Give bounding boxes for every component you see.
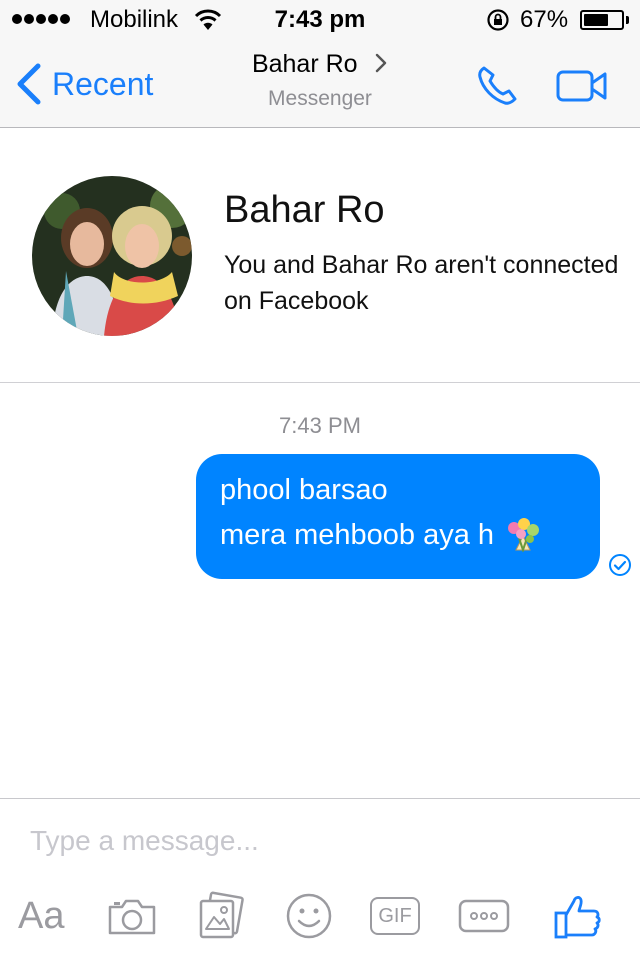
contact-header: Bahar Ro You and Bahar Ro aren't connect… <box>0 129 640 383</box>
conversation-title-button[interactable]: Bahar Ro Messenger <box>0 50 640 111</box>
contact-name: Bahar Ro <box>224 189 385 231</box>
composer: Aa GIF <box>0 798 640 960</box>
conversation-title: Bahar Ro <box>251 50 358 78</box>
navigation-bar: Recent Bahar Ro Messenger <box>0 40 640 128</box>
battery-icon <box>580 10 624 30</box>
rotation-lock-icon <box>487 9 509 31</box>
contact-avatar[interactable] <box>32 176 192 336</box>
phone-call-icon[interactable] <box>474 62 522 110</box>
status-bar: Mobilink 7:43 pm 67% <box>0 0 640 40</box>
chevron-right-icon <box>375 53 387 73</box>
camera-icon[interactable] <box>106 891 158 941</box>
gallery-icon[interactable] <box>196 891 246 941</box>
sent-message-bubble[interactable]: phool barsao mera mehboob aya h <box>196 454 600 579</box>
conversation-subtitle: Messenger <box>268 87 372 110</box>
battery-percent: 67% <box>520 6 569 33</box>
battery-level-fill <box>584 14 608 26</box>
message-text-line: mera mehboob aya h <box>220 519 495 551</box>
message-timestamp: 7:43 PM <box>279 413 361 438</box>
emoji-icon[interactable] <box>284 891 334 941</box>
delivered-check-icon <box>609 554 631 576</box>
connection-note: You and Bahar Ro aren't connected on Fac… <box>224 251 619 315</box>
message-text-line: phool barsao <box>220 474 388 506</box>
battery-tip <box>626 16 629 24</box>
more-icon[interactable] <box>458 891 510 941</box>
message-text-line-row: mera mehboob aya h <box>220 510 576 560</box>
gif-button[interactable]: GIF <box>370 891 422 941</box>
video-call-icon[interactable] <box>556 68 608 104</box>
bouquet-icon <box>508 518 540 552</box>
gif-icon: GIF <box>370 897 420 935</box>
text-format-button[interactable]: Aa <box>18 891 72 941</box>
like-icon[interactable] <box>552 891 602 941</box>
message-input[interactable] <box>30 821 610 861</box>
